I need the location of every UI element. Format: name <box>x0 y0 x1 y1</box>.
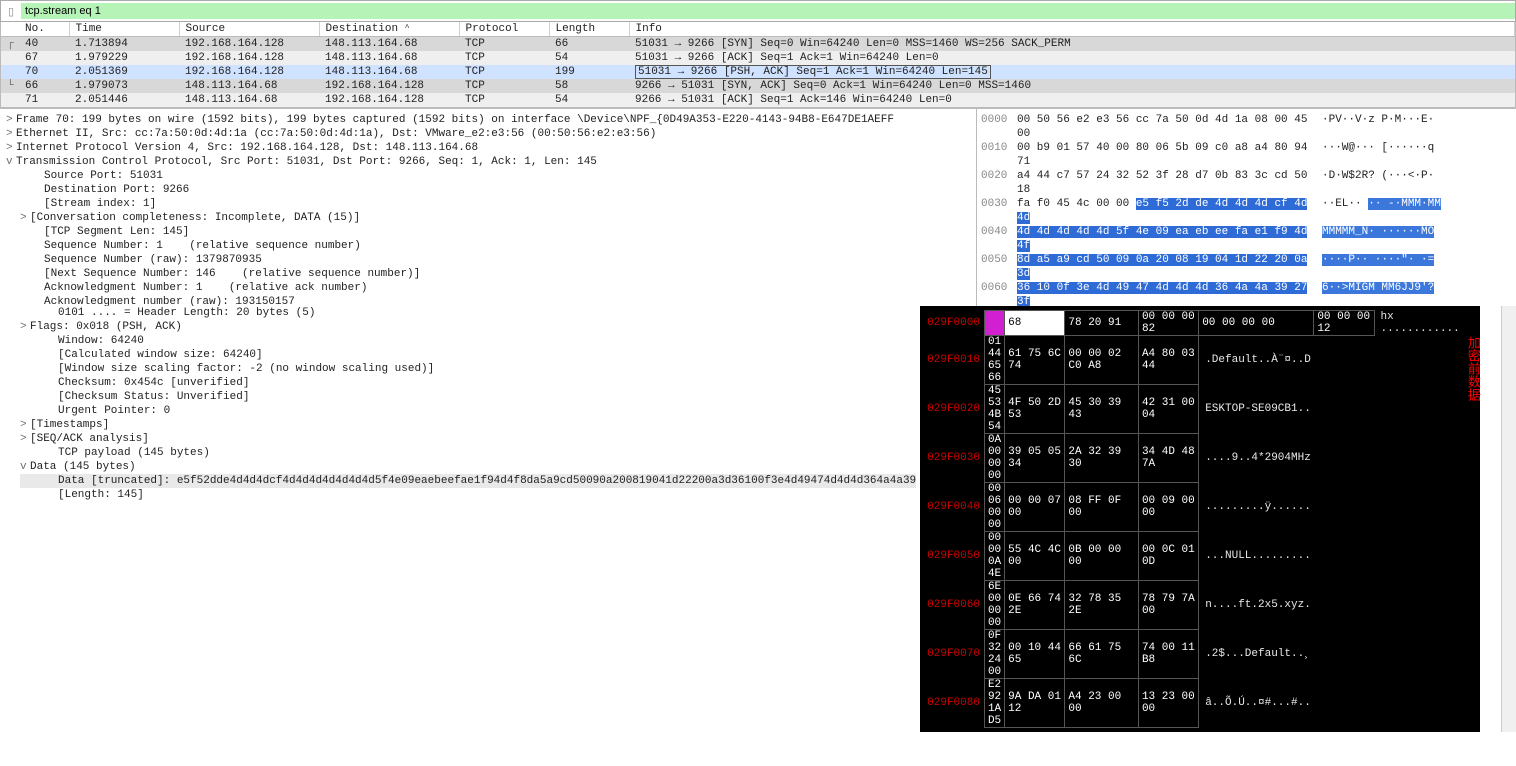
tree-twisty-icon[interactable]: > <box>6 127 16 141</box>
tree-node-text[interactable]: [SEQ/ACK analysis] <box>30 433 149 445</box>
col-length[interactable]: Length <box>549 22 629 37</box>
packet-details-tree-cont[interactable]: 0101 .... = Header Length: 20 bytes (5) >… <box>0 306 920 732</box>
col-time[interactable]: Time <box>69 22 179 37</box>
packet-row[interactable]: 712.051446148.113.164.68192.168.164.128T… <box>1 93 1515 107</box>
scrollbar-stub[interactable] <box>1501 306 1516 732</box>
tree-node-text[interactable]: Destination Port: 9266 <box>44 184 189 196</box>
bookmark-icon[interactable]: ▯ <box>1 5 21 18</box>
packet-list[interactable]: No. Time Source Destination ^ Protocol L… <box>0 22 1516 108</box>
tree-node-text[interactable]: Source Port: 51031 <box>44 170 163 182</box>
packet-row[interactable]: 671.979229192.168.164.128148.113.164.68T… <box>1 51 1515 65</box>
tree-node-text[interactable]: Acknowledgment Number: 1 (relative ack n… <box>44 282 367 294</box>
tree-node-text[interactable]: 0101 .... = Header Length: 20 bytes (5) <box>58 307 315 319</box>
tree-node-text[interactable]: Acknowledgment number (raw): 193150157 <box>44 296 295 306</box>
tree-node-text[interactable]: Frame 70: 199 bytes on wire (1592 bits),… <box>16 114 894 126</box>
tree-node-text[interactable]: Data [truncated]: e5f52dde4d4d4dcf4d4d4d… <box>58 475 916 487</box>
tree-twisty-icon[interactable]: > <box>20 432 30 446</box>
col-protocol[interactable]: Protocol <box>459 22 549 37</box>
col-no[interactable]: No. <box>19 22 69 37</box>
tree-node-text[interactable]: Internet Protocol Version 4, Src: 192.16… <box>16 142 478 154</box>
tree-node-text[interactable]: Sequence Number (raw): 1379870935 <box>44 254 262 266</box>
tree-node-text[interactable]: Data (145 bytes) <box>30 461 136 473</box>
sort-caret-icon: ^ <box>405 24 410 33</box>
tree-twisty-icon[interactable]: v <box>20 460 30 474</box>
display-filter-input[interactable] <box>21 3 1515 19</box>
col-info[interactable]: Info <box>629 22 1515 37</box>
packet-row[interactable]: ┌401.713894192.168.164.128148.113.164.68… <box>1 37 1515 52</box>
tree-twisty-icon[interactable]: v <box>6 155 16 169</box>
packet-row[interactable]: 702.051369192.168.164.128148.113.164.68T… <box>1 65 1515 79</box>
annotation-label: 加密前数据 <box>1465 336 1481 401</box>
packet-list-header[interactable]: No. Time Source Destination ^ Protocol L… <box>1 22 1515 37</box>
tree-node-text[interactable]: Transmission Control Protocol, Src Port:… <box>16 156 597 168</box>
memory-dump[interactable]: 029F00006878 20 9100 00 00 8200 00 00 00… <box>920 306 1480 732</box>
tree-twisty-icon[interactable]: > <box>20 320 30 334</box>
tree-node-text[interactable]: [Length: 145] <box>58 489 144 501</box>
tree-node-text[interactable]: Window: 64240 <box>58 335 144 347</box>
tree-node-text[interactable]: Flags: 0x018 (PSH, ACK) <box>30 321 182 333</box>
tree-node-text[interactable]: [Next Sequence Number: 146 (relative seq… <box>44 268 420 280</box>
tree-node-text[interactable]: Checksum: 0x454c [unverified] <box>58 377 249 389</box>
tree-node-text[interactable]: [Checksum Status: Unverified] <box>58 391 249 403</box>
col-dest[interactable]: Destination ^ <box>319 22 459 37</box>
packet-row[interactable]: └661.979073148.113.164.68192.168.164.128… <box>1 79 1515 93</box>
tree-twisty-icon[interactable]: > <box>6 113 16 127</box>
tree-twisty-icon[interactable]: > <box>20 211 30 225</box>
tree-node-text[interactable]: [Conversation completeness: Incomplete, … <box>30 212 360 224</box>
col-source[interactable]: Source <box>179 22 319 37</box>
tree-node-text[interactable]: [Calculated window size: 64240] <box>58 349 263 361</box>
tree-node-text[interactable]: Urgent Pointer: 0 <box>58 405 170 417</box>
packet-bytes[interactable]: 000000 50 56 e2 e3 56 cc 7a 50 0d 4d 1a … <box>976 109 1516 306</box>
tree-node-text[interactable]: [Stream index: 1] <box>44 198 156 210</box>
tree-node-text[interactable]: [Timestamps] <box>30 419 109 431</box>
packet-details-tree[interactable]: >Frame 70: 199 bytes on wire (1592 bits)… <box>0 109 976 306</box>
tree-twisty-icon[interactable]: > <box>6 141 16 155</box>
tree-node-text[interactable]: Ethernet II, Src: cc:7a:50:0d:4d:1a (cc:… <box>16 128 656 140</box>
display-filter-bar: ▯ <box>0 0 1516 22</box>
tree-node-text[interactable]: Sequence Number: 1 (relative sequence nu… <box>44 240 361 252</box>
tree-node-text[interactable]: TCP payload (145 bytes) <box>58 447 210 459</box>
tree-twisty-icon[interactable]: > <box>20 418 30 432</box>
tree-node-text[interactable]: [Window size scaling factor: -2 (no wind… <box>58 363 434 375</box>
tree-node-text[interactable]: [TCP Segment Len: 145] <box>44 226 189 238</box>
